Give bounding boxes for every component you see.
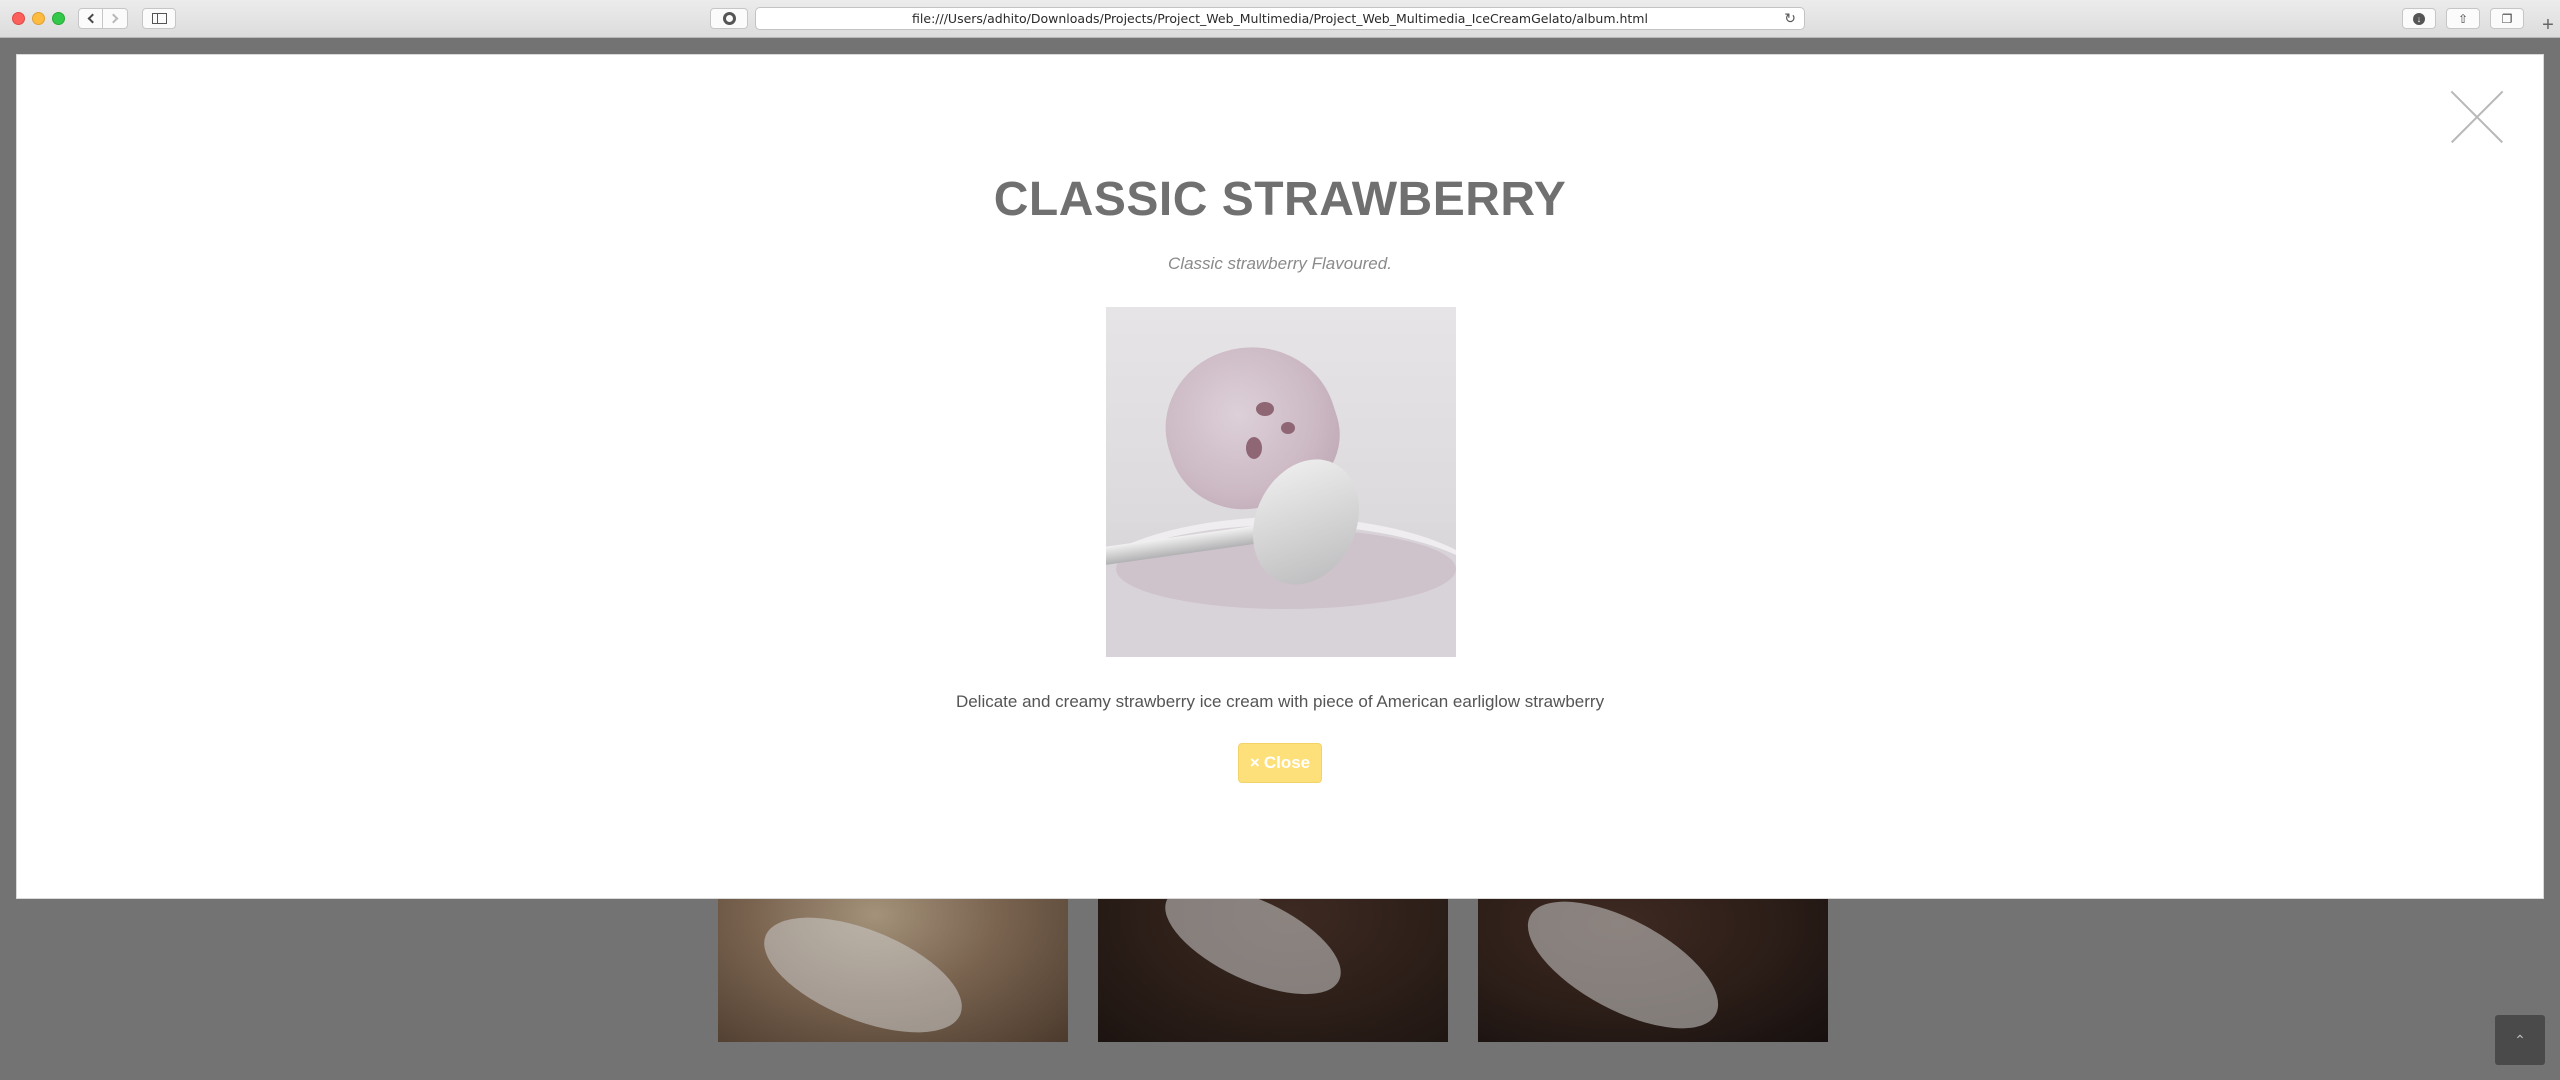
modal-subtitle: Classic strawberry Flavoured. xyxy=(1168,254,1392,273)
close-window-button[interactable] xyxy=(12,12,25,25)
new-tab-button[interactable]: + xyxy=(2536,14,2560,38)
browser-toolbar: file:///Users/adhito/Downloads/Projects/… xyxy=(0,0,2560,38)
spoon-image xyxy=(748,893,978,1042)
forward-button[interactable] xyxy=(103,8,128,29)
tabs-overview-button[interactable]: ❐ xyxy=(2490,8,2524,29)
close-icon[interactable] xyxy=(2447,87,2507,147)
plus-icon: + xyxy=(2542,14,2554,36)
chevron-right-icon xyxy=(108,13,119,24)
share-icon: ⇧ xyxy=(2457,11,2469,26)
strawberry-piece xyxy=(1256,402,1274,416)
address-bar[interactable]: file:///Users/adhito/Downloads/Projects/… xyxy=(755,7,1805,30)
chevron-up-icon: ⌃ xyxy=(2514,1031,2526,1048)
portfolio-modal: CLASSIC STRAWBERRY Classic strawberry Fl… xyxy=(16,54,2544,899)
minimize-window-button[interactable] xyxy=(32,12,45,25)
close-icon: × xyxy=(1249,753,1260,772)
ice-cream-image xyxy=(1106,307,1456,657)
extension-icon xyxy=(722,12,736,25)
download-icon: ↓ xyxy=(2413,12,2425,25)
close-button[interactable]: × Close xyxy=(1238,743,1322,783)
strawberry-piece xyxy=(1246,437,1262,459)
tabs-icon: ❐ xyxy=(2501,11,2513,26)
back-to-top-button[interactable]: ⌃ xyxy=(2495,1015,2545,1065)
modal-title: CLASSIC STRAWBERRY xyxy=(993,173,1567,226)
back-button[interactable] xyxy=(78,8,103,29)
history-nav xyxy=(78,8,128,29)
sidebar-icon xyxy=(151,13,167,24)
downloads-button[interactable]: ↓ xyxy=(2402,8,2436,29)
extension-button[interactable] xyxy=(710,8,748,29)
modal-description: Delicate and creamy strawberry ice cream… xyxy=(955,692,1605,711)
maximize-window-button[interactable] xyxy=(52,12,65,25)
share-button[interactable]: ⇧ xyxy=(2446,8,2480,29)
reload-icon[interactable]: ↻ xyxy=(1784,11,1796,27)
chevron-left-icon xyxy=(87,13,97,24)
sidebar-toggle-button[interactable] xyxy=(142,8,176,29)
strawberry-piece xyxy=(1281,422,1295,434)
spoon-image xyxy=(1509,875,1737,1042)
url-text: file:///Users/adhito/Downloads/Projects/… xyxy=(912,11,1648,26)
close-button-label: Close xyxy=(1263,753,1311,772)
